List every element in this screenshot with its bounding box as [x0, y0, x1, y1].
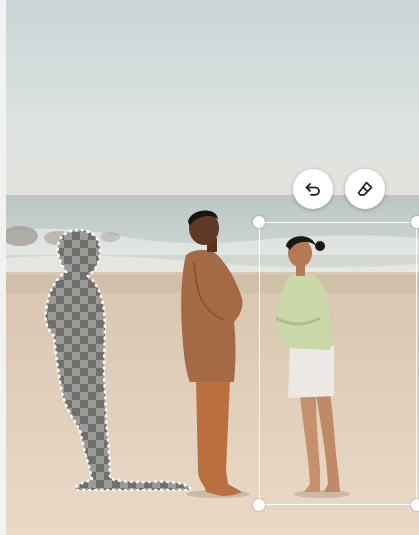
selection-handle-bottom-right[interactable]	[411, 499, 419, 511]
selection-handle-top-right[interactable]	[411, 216, 419, 228]
selection-handle-top-left[interactable]	[253, 216, 265, 228]
eraser-button[interactable]	[345, 169, 385, 209]
undo-icon	[305, 183, 320, 196]
eraser-icon	[357, 181, 373, 196]
selection-box[interactable]	[259, 222, 417, 505]
photo-editor-canvas[interactable]	[0, 0, 419, 535]
selection-handle-bottom-left[interactable]	[253, 499, 265, 511]
undo-button[interactable]	[293, 169, 333, 209]
canvas-left-edge	[0, 0, 6, 535]
